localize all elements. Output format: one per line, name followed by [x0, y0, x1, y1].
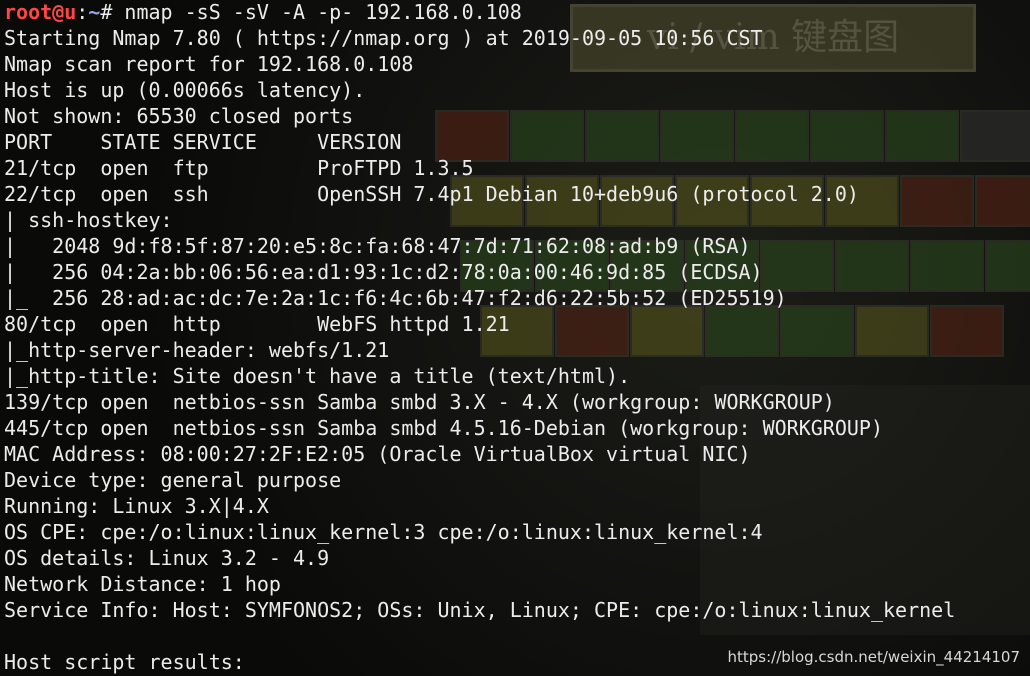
output-line: 445/tcp open netbios-ssn Samba smbd 4.5.…: [4, 416, 883, 440]
terminal-output[interactable]: root@u:~# nmap -sS -sV -A -p- 192.168.0.…: [4, 0, 955, 675]
wallpaper-key: [960, 110, 1030, 162]
output-line: PORT STATE SERVICE VERSION: [4, 130, 402, 154]
output-line: Starting Nmap 7.80 ( https://nmap.org ) …: [4, 26, 763, 50]
output-line: OS details: Linux 3.2 - 4.9: [4, 546, 330, 570]
output-line: | ssh-hostkey:: [4, 208, 173, 232]
output-line: Network Distance: 1 hop: [4, 572, 281, 596]
prompt-separator: :: [76, 0, 89, 24]
output-line: 80/tcp open http WebFS httpd 1.21: [4, 312, 510, 336]
wallpaper-key: [985, 240, 1030, 292]
output-line: Nmap scan report for 192.168.0.108: [4, 52, 414, 76]
prompt-symbol: #: [100, 0, 113, 24]
prompt-path: ~: [88, 0, 101, 24]
output-line: MAC Address: 08:00:27:2F:E2:05 (Oracle V…: [4, 442, 751, 466]
output-line: | 256 04:2a:bb:06:56:ea:d1:93:1c:d2:78:0…: [4, 260, 763, 284]
csdn-watermark: https://blog.csdn.net/weixin_44214107: [727, 648, 1020, 666]
output-line: 139/tcp open netbios-ssn Samba smbd 3.X …: [4, 390, 835, 414]
output-line: |_http-title: Site doesn't have a title …: [4, 364, 631, 388]
output-line: Device type: general purpose: [4, 468, 342, 492]
output-line: 21/tcp open ftp ProFTPD 1.3.5: [4, 156, 474, 180]
output-line: Running: Linux 3.X|4.X: [4, 494, 269, 518]
output-line: Not shown: 65530 closed ports: [4, 104, 354, 128]
wallpaper-key: [975, 175, 1030, 227]
command-line: root@u:~# nmap -sS -sV -A -p- 192.168.0.…: [4, 0, 955, 25]
output-line: Host is up (0.00066s latency).: [4, 78, 366, 102]
terminal-window[interactable]: vi / vim 键盘图 root@u:~# nmap -sS -sV -A -…: [0, 0, 1030, 676]
output-line: |_http-server-header: webfs/1.21: [4, 338, 390, 362]
command-text: nmap -sS -sV -A -p- 192.168.0.108: [112, 0, 522, 24]
output-line: |_ 256 28:ad:ac:dc:7e:2a:1c:f6:4c:6b:47:…: [4, 286, 787, 310]
prompt-user-host: root@u: [4, 0, 77, 24]
output-line: OS CPE: cpe:/o:linux:linux_kernel:3 cpe:…: [4, 520, 763, 544]
output-line: Service Info: Host: SYMFONOS2; OSs: Unix…: [4, 598, 956, 622]
output-line: 22/tcp open ssh OpenSSH 7.4p1 Debian 10+…: [4, 182, 859, 206]
output-line: | 2048 9d:f8:5f:87:20:e5:8c:fa:68:47:7d:…: [4, 234, 751, 258]
